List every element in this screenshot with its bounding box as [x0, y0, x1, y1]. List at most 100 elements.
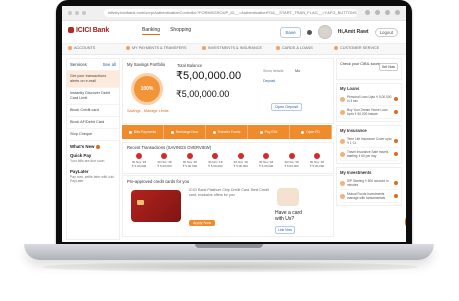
insurance-icon [340, 138, 345, 144]
main-content: My Savings Portfolio 100% Total Balance … [122, 58, 334, 238]
menu-item-payments[interactable]: MY PAYMENTS & TRANSFERS [126, 46, 187, 50]
investments-section: My Investments SIP Starting ₹ 500 accoun… [336, 167, 402, 206]
chat-tab[interactable] [405, 215, 406, 229]
show-details-link[interactable]: Show details [263, 69, 283, 73]
arrow-icon [394, 152, 398, 156]
action-pay-emi[interactable]: Pay EMI [248, 125, 290, 139]
sidebar-item-block-debit[interactable]: Block AF/Debit Card [67, 117, 119, 129]
transactions-title: Recent Transactions (SAVINGS OVERVIEW) [127, 145, 212, 150]
tab-banking[interactable]: Banking [142, 27, 161, 35]
list-item[interactable]: Buy Your Dream Home Loan Upto ₹ 50,000 i… [340, 106, 398, 119]
insurance-section: My Insurance Term Life Insurance Cover u… [336, 125, 402, 164]
credit-card-image[interactable] [131, 190, 181, 222]
browser-action-icons[interactable] [365, 10, 400, 15]
list-item[interactable]: SIP Starting ₹ 500 account in minutes [340, 177, 398, 190]
open-deposit-button[interactable]: Open Deposit [271, 103, 303, 111]
arrow-icon [394, 194, 398, 198]
loan-icon [340, 96, 345, 102]
have-card-heading: Have a card with Us? [275, 210, 302, 222]
screen: infinity.icicibank.com/corp/Authenticati… [62, 6, 406, 242]
action-transfer[interactable]: Transfer Funds [206, 125, 248, 139]
credit-card-offer: Pre-approved credit cards for you ICICI … [122, 175, 334, 237]
apply-now-button[interactable]: Apply Now [189, 220, 216, 226]
portfolio-donut[interactable]: 100% [131, 73, 163, 105]
arrow-icon [394, 97, 398, 101]
travel-icon [340, 151, 345, 157]
menu-item-investments[interactable]: INVESTMENTS & INSURANCE [202, 46, 262, 50]
laptop-shadow [42, 262, 418, 272]
paylater-heading[interactable]: PayLater [67, 166, 119, 175]
cibil-banner: Check your CIBIL score Get Now [336, 58, 402, 80]
list-item[interactable]: Travel Insurance Safe travels starting ₹… [340, 148, 398, 161]
tab-shopping[interactable]: Shopping [170, 27, 191, 35]
quick-pay-heading[interactable]: Quick Pay [67, 150, 119, 159]
list-item[interactable]: Personal Loan Upto ₹ 5,00,000 in 3 sec [340, 93, 398, 106]
see-all-link[interactable]: See all [103, 62, 116, 67]
transaction-item[interactable]: 30 Nov '18 ₹ 5,00,000 [152, 153, 176, 168]
transaction-item[interactable]: 30 Nov '18 ₹ 5,00,000 [229, 153, 253, 168]
total-balance-label: Total Balance [177, 63, 203, 68]
bell-icon[interactable] [306, 29, 312, 35]
menu-item-cards-loans[interactable]: CARDS & LOANS [276, 46, 313, 50]
sidebar-item-debit-limit[interactable]: Instantly Discover Debit Card Limit [67, 88, 119, 105]
logo-icon [68, 27, 74, 34]
sidebar-item-stop-cheque[interactable]: Stop Cheque [67, 129, 119, 141]
logo[interactable]: ICICI Bank [68, 27, 109, 34]
sidebar-item-block-credit[interactable]: Block Credit card [67, 105, 119, 117]
sip-icon [340, 180, 345, 186]
home-loan-icon [340, 109, 345, 115]
card-chip-icon [137, 200, 144, 205]
recent-transactions: Recent Transactions (SAVINGS OVERVIEW) 3… [122, 142, 334, 174]
header-right: Save Hi,Amit Rawt Logout [280, 25, 398, 39]
site-header: ICICI Bank Banking Shopping Save Hi,Amit… [62, 21, 406, 44]
address-bar[interactable]: infinity.icicibank.com/corp/Authenticati… [104, 9, 358, 17]
menu-item-accounts[interactable]: ACCOUNTS [68, 46, 95, 50]
quick-actions-bar: Bills Payments Recharge Now Transfer Fun… [122, 125, 332, 139]
list-item[interactable]: Term Life Insurance Cover upto ₹ 1 Cr. [340, 135, 398, 148]
menu-item-customer-service[interactable]: CUSTOMER SERVICE [334, 46, 379, 50]
get-cibil-button[interactable]: Get Now [378, 63, 398, 71]
savings-title: My Savings Portfolio [127, 62, 166, 67]
transaction-item[interactable]: 30 Nov '18 ₹ 5,00,000 [305, 153, 329, 168]
action-recharge[interactable]: Recharge Now [164, 125, 206, 139]
manage-limits-link[interactable]: Savings - Manage Limits [127, 109, 169, 113]
transaction-item[interactable]: 30 Nov '18 ₹ 5,00,000 [127, 153, 151, 168]
save-button[interactable]: Save [280, 26, 301, 38]
mutual-fund-icon [340, 193, 345, 199]
secondary-balance-amount: ₹5,00,000.00 [176, 89, 230, 99]
whats-new-heading: What's New [67, 141, 119, 150]
transactions-timeline: 30 Nov '18 ₹ 5,00,000 30 Nov '18 ₹ 5,00,00… [127, 153, 329, 168]
offer-text: ICICI Bank Platinum Chip Credit Card. Be… [189, 188, 269, 197]
logout-button[interactable]: Logout [374, 27, 398, 37]
arrow-icon [394, 181, 398, 185]
sidebar-item-alerts[interactable]: Get your transactions alerts on e-mail [67, 71, 119, 88]
hand-card-illustration [277, 188, 299, 206]
arrow-icon [394, 110, 398, 114]
action-bill-payments[interactable]: Bills Payments [122, 125, 164, 139]
browser-bar: infinity.icicibank.com/corp/Authenticati… [62, 6, 406, 21]
savings-more[interactable]: Mo [295, 69, 300, 73]
savings-portfolio: My Savings Portfolio 100% Total Balance … [122, 58, 334, 124]
left-sidebar: Services See all Get your transactions a… [66, 58, 120, 240]
transaction-item[interactable]: 30 Nov '18 ₹ 5,00,000 [280, 153, 304, 168]
right-sidebar: Check your CIBIL score Get Now My Loans … [336, 58, 402, 242]
user-name[interactable]: Hi,Amit Rawt [338, 29, 369, 35]
main-menu: ACCOUNTS MY PAYMENTS & TRANSFERS INVESTM… [62, 44, 406, 55]
deposit-link[interactable]: Deposit [263, 79, 275, 83]
top-tabs: Banking Shopping [142, 27, 191, 35]
list-item[interactable]: Mutual Funds Investments manage with fun… [340, 190, 398, 203]
link-card-button[interactable]: Link Now [275, 226, 295, 234]
browser-nav-icons[interactable] [68, 11, 86, 15]
transaction-item[interactable]: 30 Nov '18 ₹ 5,00,000 [178, 153, 202, 168]
action-open-fd[interactable]: Open FD [290, 125, 332, 139]
new-indicator-icon [96, 144, 101, 149]
transaction-item[interactable]: 30 Nov '18 ₹ 5,00,000 [203, 153, 227, 168]
paylater-text: Pay now, settle later with icici PayLate… [70, 174, 114, 184]
transaction-item[interactable]: 30 Nov '18 ₹ 5,00,000 [254, 153, 278, 168]
laptop-notch [195, 244, 263, 248]
laptop-frame: infinity.icicibank.com/corp/Authenticati… [0, 0, 459, 301]
avatar[interactable] [317, 25, 332, 39]
loans-section: My Loans Personal Loan Upto ₹ 5,00,000 i… [336, 83, 402, 122]
arrow-icon [394, 139, 398, 143]
offer-title: Pre-approved credit cards for you [127, 179, 190, 184]
